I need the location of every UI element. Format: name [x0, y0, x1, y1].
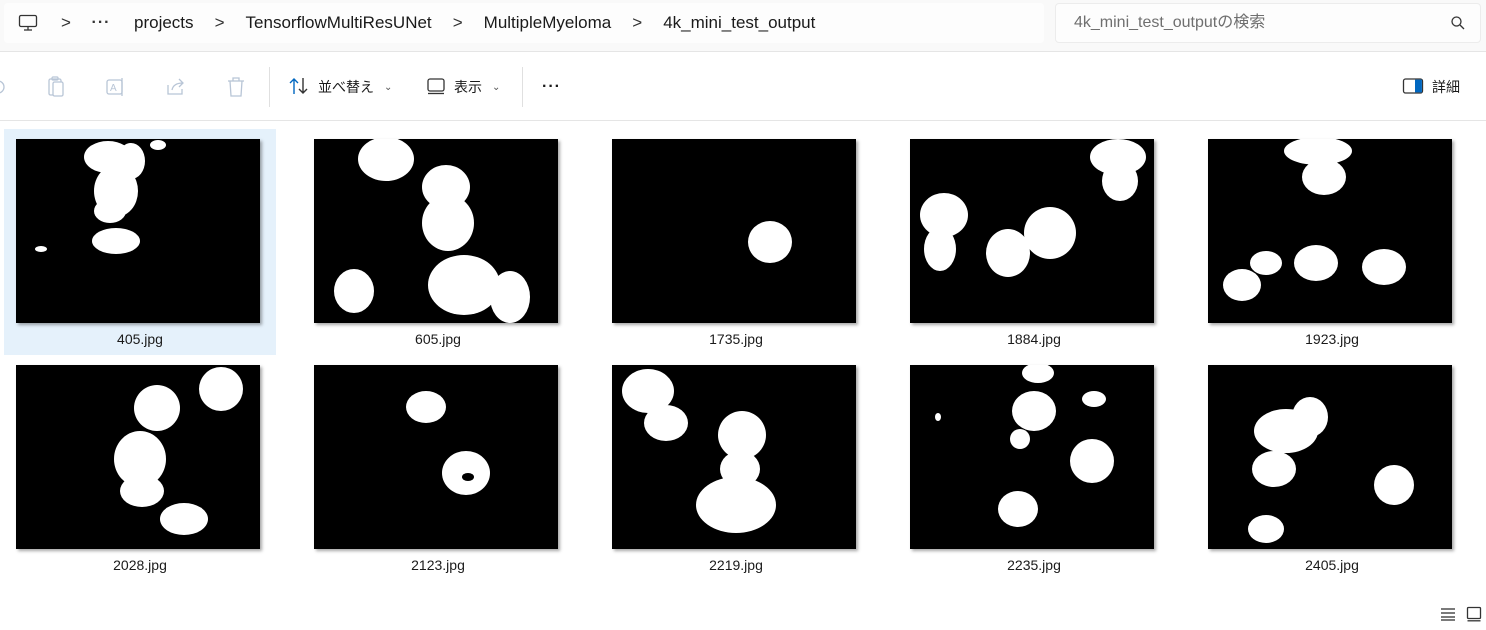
- breadcrumb-overflow-button[interactable]: ···: [80, 14, 122, 32]
- toolbar-divider: [269, 67, 270, 107]
- file-tile[interactable]: 2123.jpg: [302, 355, 574, 581]
- breadcrumb[interactable]: > ··· projects > TensorflowMultiResUNet …: [4, 3, 1044, 43]
- sort-label: 並べ替え: [318, 79, 374, 95]
- view-button[interactable]: 表示 ⌄: [426, 73, 500, 101]
- details-pane-button[interactable]: 詳細: [1402, 73, 1460, 101]
- file-tile[interactable]: 1735.jpg: [600, 129, 872, 355]
- image-thumbnail[interactable]: [910, 139, 1154, 323]
- image-thumbnail[interactable]: [612, 365, 856, 549]
- new-item-icon[interactable]: [0, 73, 16, 101]
- status-bar: [1426, 602, 1486, 630]
- breadcrumb-item-tensorflowmultiresunet[interactable]: TensorflowMultiResUNet: [234, 13, 444, 33]
- details-pane-icon: [1402, 77, 1424, 98]
- image-thumbnail[interactable]: [612, 139, 856, 323]
- file-tile[interactable]: 1884.jpg: [898, 129, 1170, 355]
- file-tile[interactable]: 2235.jpg: [898, 355, 1170, 581]
- file-name: 1923.jpg: [1305, 331, 1359, 347]
- large-icons-view-icon[interactable]: [1466, 606, 1482, 627]
- search-icon[interactable]: [1450, 15, 1466, 31]
- image-thumbnail[interactable]: [16, 365, 260, 549]
- file-name: 2123.jpg: [411, 557, 465, 573]
- file-name: 1735.jpg: [709, 331, 763, 347]
- sort-button[interactable]: 並べ替え ⌄: [288, 73, 392, 101]
- view-label: 表示: [454, 79, 482, 95]
- file-tile[interactable]: 405.jpg: [4, 129, 276, 355]
- image-thumbnail[interactable]: [910, 365, 1154, 549]
- chevron-down-icon: ⌄: [492, 81, 501, 93]
- search-box[interactable]: [1055, 3, 1481, 43]
- file-tile[interactable]: 1923.jpg: [1196, 129, 1468, 355]
- svg-text:A: A: [110, 83, 117, 94]
- image-thumbnail[interactable]: [314, 365, 558, 549]
- file-name: 2219.jpg: [709, 557, 763, 573]
- breadcrumb-item-projects[interactable]: projects: [122, 13, 206, 33]
- image-thumbnail[interactable]: [1208, 139, 1452, 323]
- details-label: 詳細: [1432, 79, 1460, 95]
- command-bar: A 並べ替え ⌄ 表示 ⌄ ··· 詳細: [0, 53, 1486, 121]
- address-bar-row: > ··· projects > TensorflowMultiResUNet …: [0, 0, 1486, 52]
- view-icon: [426, 76, 446, 99]
- paste-icon[interactable]: [42, 73, 70, 101]
- file-grid: 405.jpg 605.jpg 1735.jpg 1884.jpg 1923.j…: [0, 122, 1486, 602]
- image-thumbnail[interactable]: [1208, 365, 1452, 549]
- rename-icon[interactable]: A: [102, 73, 130, 101]
- file-tile[interactable]: 2028.jpg: [4, 355, 276, 581]
- image-thumbnail[interactable]: [16, 139, 260, 323]
- file-tile[interactable]: 2405.jpg: [1196, 355, 1468, 581]
- file-name: 2028.jpg: [113, 557, 167, 573]
- delete-icon[interactable]: [222, 73, 250, 101]
- file-name: 2405.jpg: [1305, 557, 1359, 573]
- chevron-right-icon[interactable]: >: [623, 3, 651, 43]
- details-view-icon[interactable]: [1440, 607, 1456, 626]
- sort-icon: [288, 76, 310, 99]
- breadcrumb-item-multiplemyeloma[interactable]: MultipleMyeloma: [472, 13, 624, 33]
- file-name: 1884.jpg: [1007, 331, 1061, 347]
- file-name: 2235.jpg: [1007, 557, 1061, 573]
- this-pc-icon[interactable]: [4, 3, 52, 43]
- breadcrumb-item-current-folder[interactable]: 4k_mini_test_output: [651, 13, 827, 33]
- file-name: 605.jpg: [415, 331, 461, 347]
- file-name: 405.jpg: [117, 331, 163, 347]
- share-icon[interactable]: [162, 73, 190, 101]
- chevron-right-icon[interactable]: >: [52, 3, 80, 43]
- chevron-right-icon[interactable]: >: [444, 3, 472, 43]
- chevron-down-icon: ⌄: [384, 81, 393, 93]
- toolbar-divider: [522, 67, 523, 107]
- file-tile[interactable]: 2219.jpg: [600, 355, 872, 581]
- file-explorer-window: > ··· projects > TensorflowMultiResUNet …: [0, 0, 1486, 630]
- chevron-right-icon[interactable]: >: [206, 3, 234, 43]
- search-input[interactable]: [1056, 4, 1436, 42]
- image-thumbnail[interactable]: [314, 139, 558, 323]
- file-tile[interactable]: 605.jpg: [302, 129, 574, 355]
- more-options-button[interactable]: ···: [542, 73, 561, 101]
